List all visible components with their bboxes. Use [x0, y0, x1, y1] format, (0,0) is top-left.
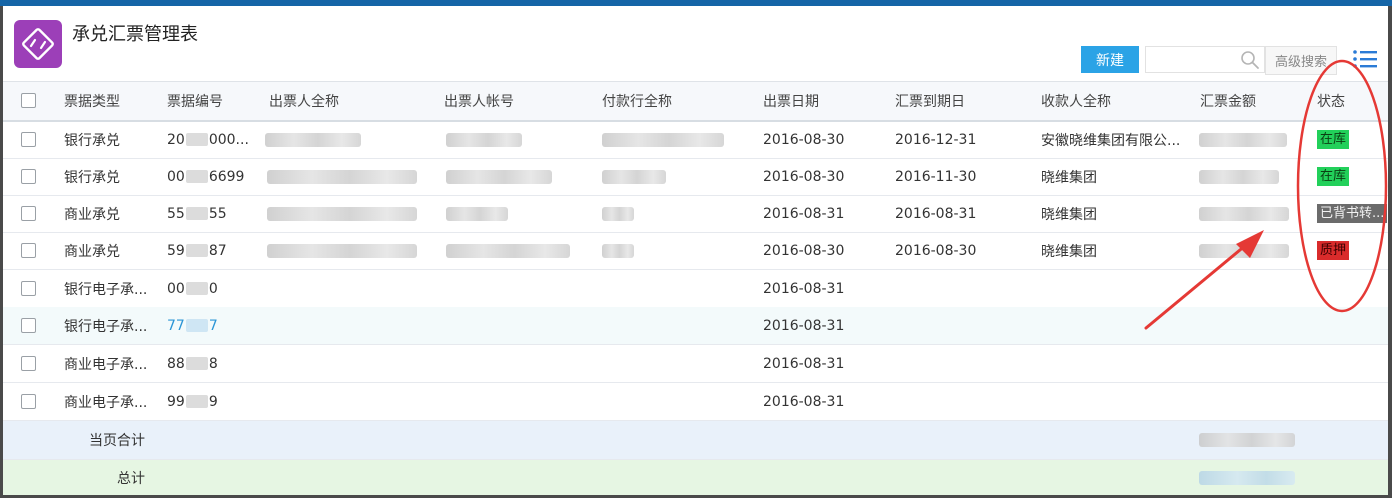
row-number: 55 55 [167, 205, 227, 222]
row-issue-date: 2016-08-31 [763, 355, 845, 372]
redacted-amount [1199, 121, 1287, 158]
row-checkbox[interactable] [21, 205, 36, 221]
header-due-date[interactable]: 汇票到期日 [895, 82, 965, 120]
table-row[interactable]: 商业承兑 59 87 2016-08-30 2016-08-30 晓维集团 质押 [3, 232, 1388, 270]
row-number: 00 0 [167, 280, 218, 297]
redacted-drawer-account [446, 121, 522, 158]
header-payee-name[interactable]: 收款人全称 [1041, 82, 1111, 120]
row-type: 银行电子承... [64, 281, 148, 298]
header-issue-date[interactable]: 出票日期 [763, 82, 819, 120]
row-checkbox[interactable] [21, 355, 36, 371]
redacted-amount [1199, 232, 1289, 269]
row-checkbox[interactable] [21, 131, 36, 147]
header-type[interactable]: 票据类型 [64, 82, 120, 120]
redacted-amount [1199, 195, 1289, 232]
redacted-drawer-name [267, 195, 417, 232]
window-top-bar [0, 0, 1392, 6]
row-number: 88 8 [167, 355, 218, 372]
header-drawer-account[interactable]: 出票人帐号 [444, 82, 514, 120]
new-button[interactable]: 新建 [1081, 46, 1139, 73]
redacted-bank-name [602, 158, 666, 195]
redacted-drawer-name [267, 232, 417, 269]
row-type: 商业电子承... [64, 394, 148, 411]
row-number: 99 9 [167, 393, 218, 410]
grand-total-row: 总计 [3, 460, 1388, 495]
row-checkbox[interactable] [21, 280, 36, 296]
row-type: 商业承兑 [64, 243, 120, 260]
row-payee-name: 晓维集团 [1041, 243, 1097, 260]
table-row[interactable]: 商业承兑 55 55 2016-08-31 2016-08-31 晓维集团 已背书… [3, 195, 1388, 233]
table-row[interactable]: 商业电子承... 99 9 2016-08-31 [3, 383, 1388, 421]
status-badge: 在库 [1317, 158, 1350, 195]
redacted-bank-name [602, 195, 634, 232]
redacted-bank-name [602, 232, 634, 269]
table-row[interactable]: 商业电子承... 88 8 2016-08-31 [3, 345, 1388, 383]
row-checkbox[interactable] [21, 168, 36, 184]
row-issue-date: 2016-08-31 [763, 205, 845, 222]
search-icon[interactable] [1240, 50, 1260, 70]
select-all-checkbox[interactable] [21, 93, 36, 108]
row-type: 商业承兑 [64, 206, 120, 223]
row-due-date: 2016-08-31 [895, 205, 977, 222]
table-header: 票据类型 票据编号 出票人全称 出票人帐号 付款行全称 出票日期 汇票到期日 收… [3, 81, 1388, 122]
status-badge: 质押 [1317, 232, 1350, 269]
table-row[interactable]: 银行电子承... 77 7 2016-08-31 [3, 307, 1388, 345]
redacted-drawer-name [267, 158, 417, 195]
page-total-label: 当页合计 [89, 433, 145, 449]
row-number: 20 000... [167, 131, 249, 148]
list-view-icon[interactable] [1352, 47, 1378, 71]
row-number-link[interactable]: 77 7 [167, 307, 218, 344]
row-type: 银行承兑 [64, 169, 120, 186]
page-total-row: 当页合计 [3, 421, 1388, 460]
search-box [1145, 46, 1265, 73]
row-issue-date: 2016-08-30 [763, 242, 845, 259]
row-due-date: 2016-12-31 [895, 131, 977, 148]
row-issue-date: 2016-08-31 [763, 393, 845, 410]
header-amount[interactable]: 汇票金额 [1200, 82, 1256, 120]
header-number[interactable]: 票据编号 [167, 82, 223, 120]
row-checkbox[interactable] [21, 242, 36, 258]
status-badge: 已背书转... [1317, 195, 1388, 232]
row-issue-date: 2016-08-30 [763, 131, 845, 148]
row-due-date: 2016-11-30 [895, 168, 977, 185]
redacted-grand-total-amount [1199, 460, 1295, 495]
exchange-icon [14, 20, 62, 68]
row-payee-name: 安徽晓维集团有限公... [1041, 132, 1181, 149]
search-input[interactable] [1146, 47, 1244, 70]
row-payee-name: 晓维集团 [1041, 169, 1097, 186]
redacted-drawer-account [446, 158, 552, 195]
redacted-bank-name [602, 121, 724, 158]
table-row[interactable]: 银行电子承... 00 0 2016-08-31 [3, 270, 1388, 308]
row-checkbox[interactable] [21, 317, 36, 333]
row-type: 商业电子承... [64, 356, 148, 373]
row-issue-date: 2016-08-30 [763, 168, 845, 185]
redacted-amount [1199, 158, 1279, 195]
advanced-search-button[interactable]: 高级搜索 [1265, 46, 1337, 75]
row-issue-date: 2016-08-31 [763, 317, 845, 334]
status-badge: 在库 [1317, 121, 1350, 158]
row-issue-date: 2016-08-31 [763, 280, 845, 297]
row-type: 银行承兑 [64, 132, 120, 149]
table-row[interactable]: 银行承兑 20 000... 2016-08-30 2016-12-31 安徽晓维… [3, 121, 1388, 159]
row-type: 银行电子承... [64, 318, 148, 335]
header-bank-name[interactable]: 付款行全称 [602, 82, 672, 120]
page-title: 承兑汇票管理表 [72, 24, 198, 45]
redacted-drawer-account [446, 195, 508, 232]
redacted-page-total-amount [1199, 421, 1295, 459]
row-number: 59 87 [167, 242, 227, 259]
row-number: 00 6699 [167, 168, 245, 185]
header-status[interactable]: 状态 [1317, 82, 1345, 120]
window-frame-right [1388, 6, 1392, 498]
header-drawer-name[interactable]: 出票人全称 [269, 82, 339, 120]
grand-total-label: 总计 [117, 470, 145, 487]
table-row[interactable]: 银行承兑 00 6699 2016-08-30 2016-11-30 晓维集团 在… [3, 158, 1388, 196]
redacted-drawer-account [446, 232, 570, 269]
row-due-date: 2016-08-30 [895, 242, 977, 259]
row-checkbox[interactable] [21, 393, 36, 409]
redacted-drawer-name [265, 121, 361, 158]
row-payee-name: 晓维集团 [1041, 206, 1097, 223]
